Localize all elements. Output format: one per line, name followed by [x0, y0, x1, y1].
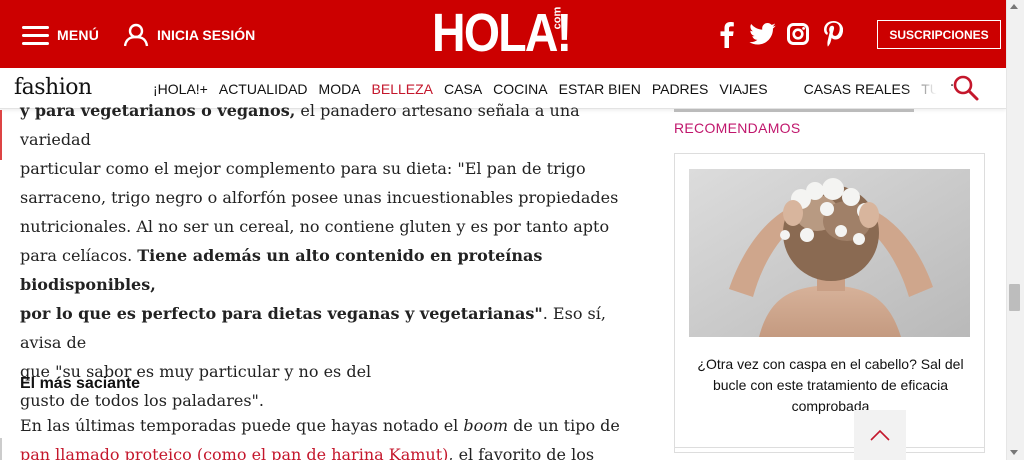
- article-subheading: El más saciante: [20, 375, 141, 392]
- nav-item-moda[interactable]: MODA: [319, 81, 361, 97]
- bold-text: y para vegetarianos o veganos,: [20, 101, 296, 120]
- search-icon: [953, 75, 979, 101]
- back-to-top-button[interactable]: [854, 410, 906, 460]
- nav-item-actualidad[interactable]: ACTUALIDAD: [219, 81, 308, 97]
- facebook-link[interactable]: [716, 20, 738, 48]
- sidebar-divider: [674, 109, 914, 112]
- recommended-card[interactable]: ¿Otra vez con caspa en el cabello? Sal d…: [674, 153, 985, 453]
- twitter-link[interactable]: [748, 20, 776, 48]
- subscriptions-button[interactable]: SUSCRIPCIONES: [877, 20, 1001, 49]
- pinterest-icon: [824, 21, 843, 47]
- nav-item-hola-plus[interactable]: ¡HOLA!+: [153, 81, 208, 97]
- hola-logo[interactable]: HOLA! com: [432, 4, 593, 64]
- bold-text: por lo que es perfecto para dietas vegan…: [20, 304, 543, 323]
- hair-wash-photo: [689, 169, 970, 337]
- facebook-icon: [720, 21, 734, 48]
- nav-item-padres[interactable]: PADRES: [652, 81, 709, 97]
- menu-label: MENÚ: [57, 27, 100, 43]
- logo-text: HOLA!: [432, 3, 572, 63]
- text: de un tipo de: [508, 416, 620, 435]
- article-line: y para vegetarianos o veganos, el panade…: [20, 96, 620, 154]
- scrollbar-thumb[interactable]: [1009, 284, 1020, 311]
- article-line: por lo que es perfecto para dietas vegan…: [20, 299, 620, 357]
- user-icon: [124, 23, 149, 47]
- nav-item-viajes[interactable]: VIAJES: [719, 81, 767, 97]
- card-divider: [675, 447, 984, 448]
- chevron-up-icon: [870, 429, 890, 441]
- nav-item-casas-reales[interactable]: CASAS REALES: [804, 81, 911, 97]
- article-left-accent-bottom: [0, 438, 2, 460]
- twitter-icon: [748, 23, 776, 45]
- recommended-heading: RECOMENDAMOS: [674, 120, 801, 136]
- login-label: INICIA SESIÓN: [157, 27, 256, 43]
- article-line: En las últimas temporadas puede que haya…: [20, 411, 620, 440]
- article-line: particular como el mejor complemento par…: [20, 159, 586, 178]
- article-paragraph-2: En las últimas temporadas puede que haya…: [20, 411, 620, 460]
- logo-suffix: com: [551, 6, 564, 30]
- top-header-bar: MENÚ INICIA SESIÓN HOLA! com SUSCRIPCION…: [0, 0, 1006, 68]
- scroll-down-arrow-icon[interactable]: [1010, 450, 1018, 455]
- nav-item-estar-bien[interactable]: ESTAR BIEN: [559, 81, 641, 97]
- card-title[interactable]: ¿Otra vez con caspa en el cabello? Sal d…: [685, 354, 976, 417]
- nav-item-casa[interactable]: CASA: [444, 81, 482, 97]
- search-button[interactable]: [952, 74, 980, 102]
- article-left-accent: [0, 110, 2, 160]
- article-link[interactable]: pan llamado proteico (como el pan de har…: [20, 445, 448, 460]
- instagram-icon: [787, 23, 809, 45]
- nav-overflow-fade: [905, 68, 950, 108]
- article-line: para celíacos. Tiene además un alto cont…: [20, 241, 620, 299]
- text: En las últimas temporadas puede que haya…: [20, 416, 464, 435]
- page-scrollbar[interactable]: [1006, 0, 1024, 460]
- article-paragraph: y para vegetarianos o veganos, el panade…: [20, 96, 620, 415]
- nav-item-cocina[interactable]: COCINA: [493, 81, 547, 97]
- pinterest-link[interactable]: [820, 20, 846, 48]
- text: , el favorito de los: [448, 445, 595, 460]
- card-image[interactable]: [689, 169, 970, 337]
- text: para celíacos.: [20, 246, 138, 265]
- italic-text: boom: [463, 416, 509, 435]
- scroll-up-arrow-icon[interactable]: [1010, 4, 1018, 9]
- article-line: nutricionales. Al no ser un cereal, no c…: [20, 217, 610, 236]
- article-line: sarraceno, trigo negro o alforfón posee …: [20, 188, 619, 207]
- nav-item-belleza[interactable]: BELLEZA: [372, 81, 433, 97]
- instagram-link[interactable]: [786, 20, 810, 48]
- login-button[interactable]: INICIA SESIÓN: [124, 22, 255, 48]
- hamburger-icon: [22, 25, 49, 45]
- menu-button[interactable]: MENÚ: [22, 22, 99, 48]
- article-line: pan llamado proteico (como el pan de har…: [20, 440, 620, 460]
